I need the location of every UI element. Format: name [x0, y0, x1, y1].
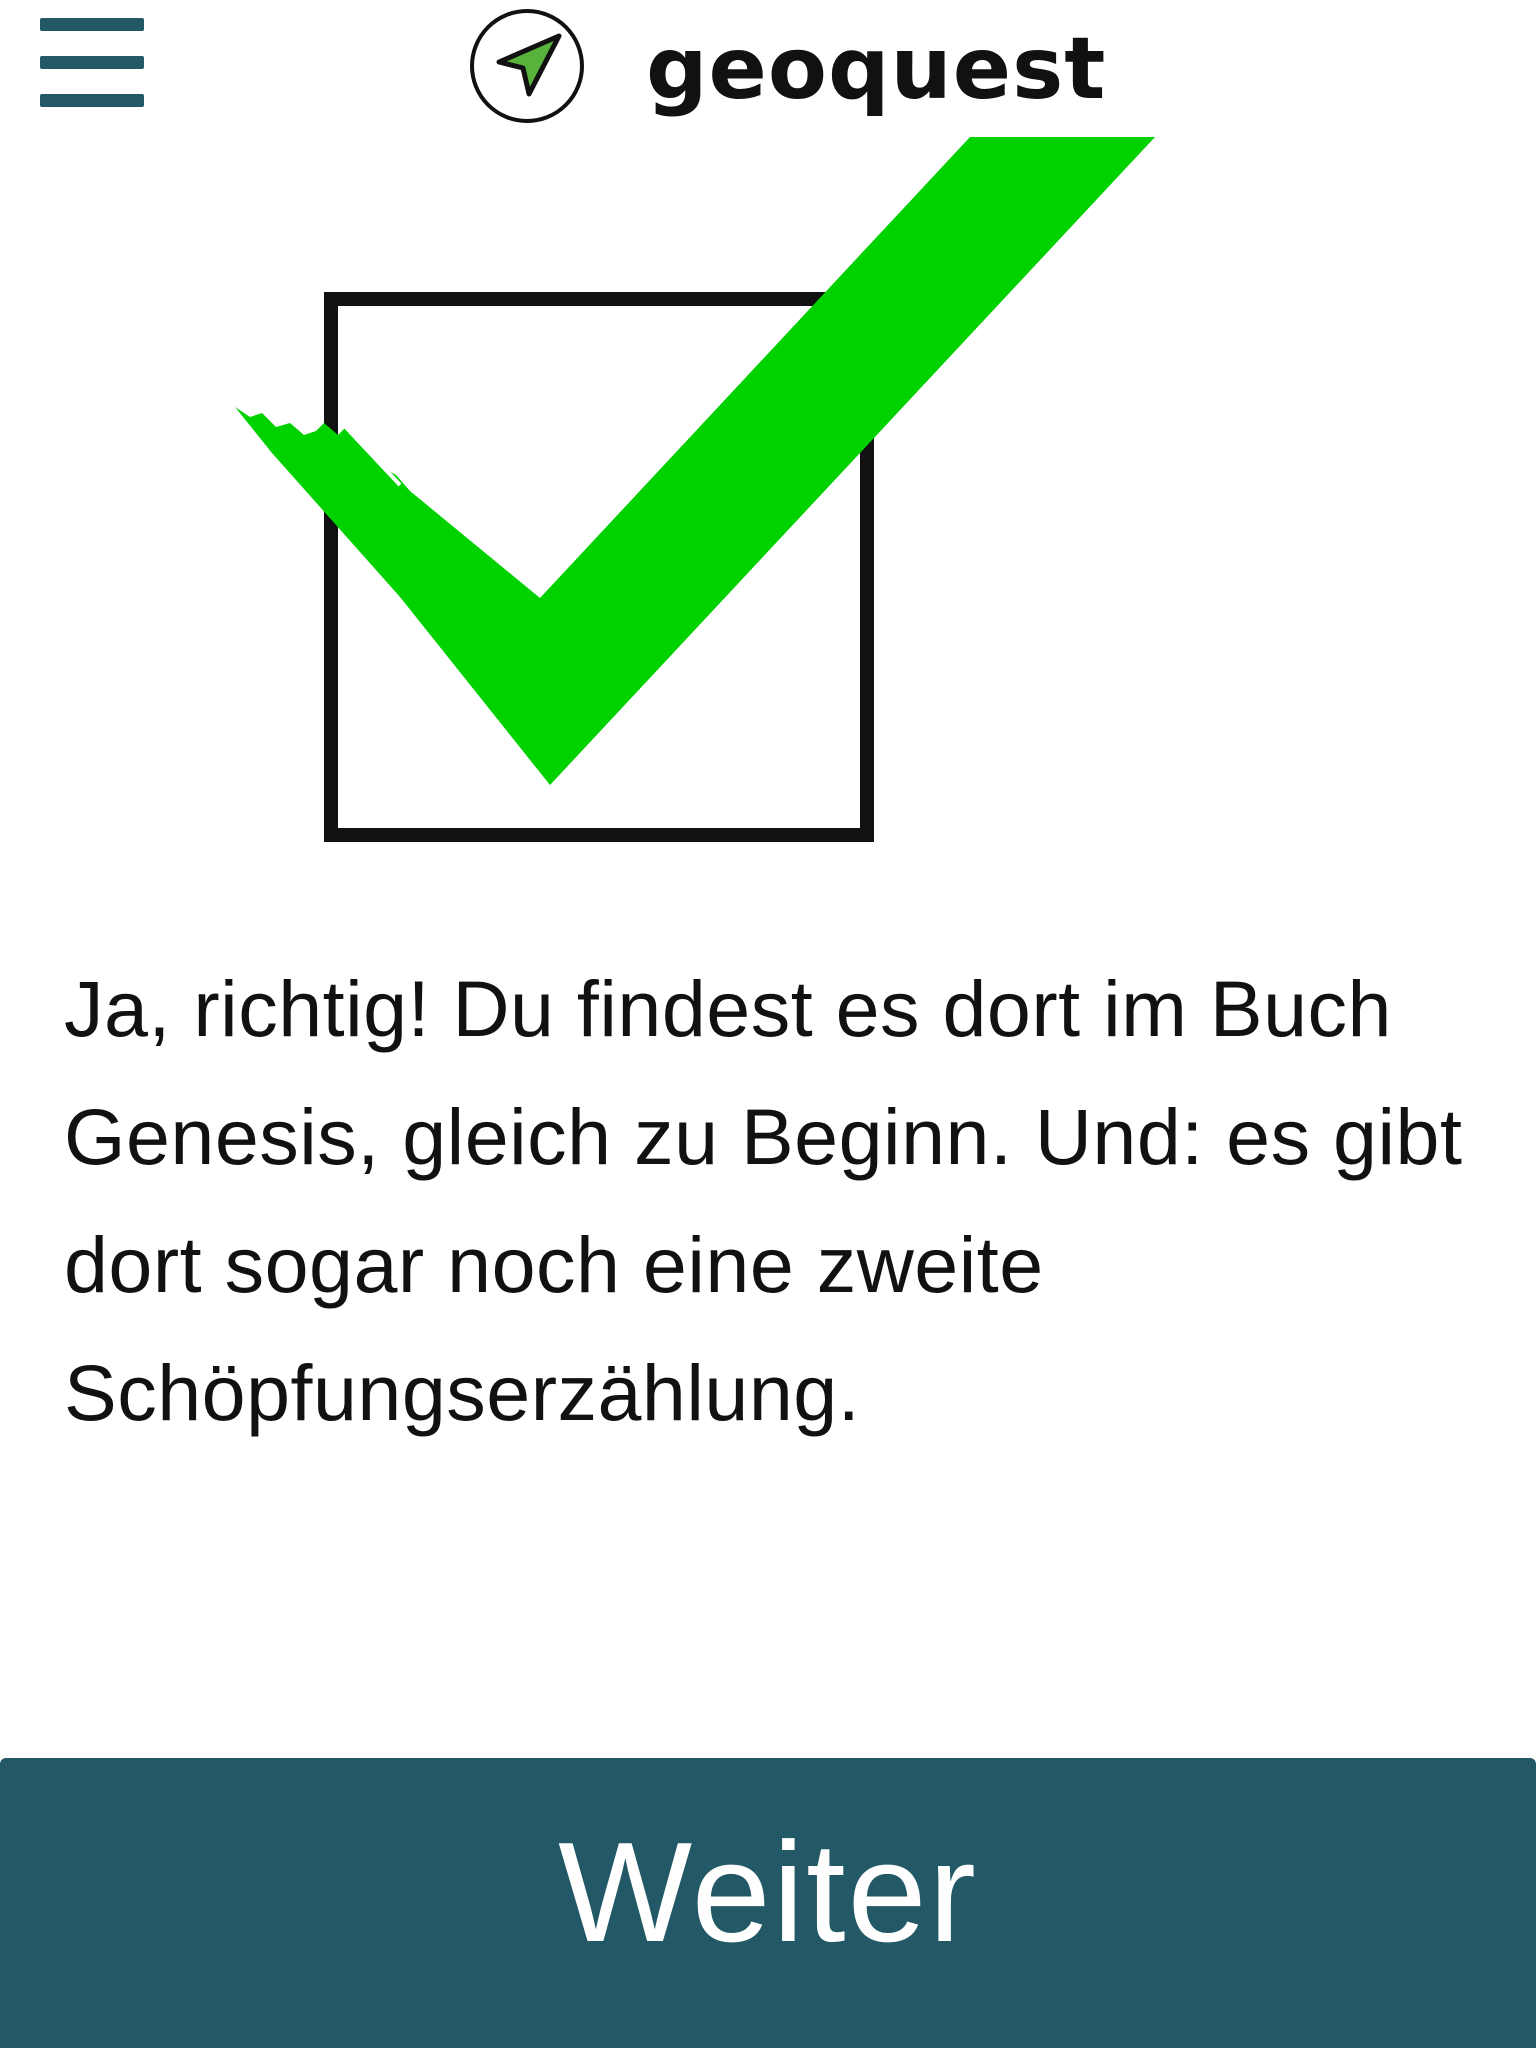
top-bar: geoquest — [0, 0, 1536, 135]
continue-button-label: Weiter — [558, 1813, 978, 1972]
result-message: Ja, richtig! Du findest es dort im Buch … — [64, 964, 1463, 1437]
result-screen: geoquest Ja, richtig! Du findest es dort… — [0, 0, 1536, 2048]
menu-button[interactable] — [40, 18, 144, 108]
navigation-arrow-icon — [470, 9, 584, 123]
green-checkmark-in-box-icon — [235, 137, 1155, 842]
app-brand-title: geoquest — [646, 19, 1107, 119]
continue-button[interactable]: Weiter — [0, 1758, 1536, 2048]
